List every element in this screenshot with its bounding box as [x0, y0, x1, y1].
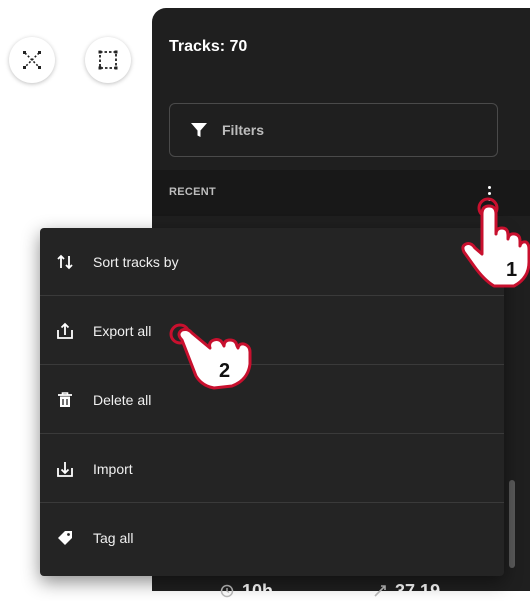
menu-item-label: Export all	[93, 322, 152, 339]
tracks-count-title: Tracks: 70	[169, 38, 248, 55]
tag-icon	[55, 528, 75, 548]
tracks-context-menu: Sort tracks by Export all Delete all Imp…	[40, 228, 504, 576]
menu-item-sort-tracks[interactable]: Sort tracks by	[40, 228, 504, 296]
menu-item-tag-all[interactable]: Tag all	[40, 504, 504, 572]
menu-item-label: Import	[93, 460, 133, 477]
select-rectangle-icon	[98, 50, 118, 70]
recent-label: RECENT	[169, 186, 217, 198]
menu-item-label: Delete all	[93, 391, 152, 408]
sort-icon	[55, 252, 75, 272]
select-lasso-icon	[23, 51, 41, 69]
filters-button[interactable]: Filters	[169, 103, 498, 157]
import-icon	[55, 459, 75, 479]
menu-item-label: Sort tracks by	[93, 253, 179, 270]
export-icon	[55, 321, 75, 341]
duration-value: 10h	[242, 581, 274, 601]
filter-funnel-icon	[190, 121, 208, 139]
step-1-pointer-hand-icon: 1	[461, 197, 530, 288]
menu-item-label: Tag all	[93, 530, 134, 546]
menu-item-import[interactable]: Import	[40, 435, 504, 503]
step-2-number: 2	[219, 360, 230, 382]
trash-icon	[55, 390, 75, 410]
step-2-pointer-hand-icon: 2	[169, 323, 252, 390]
clock-icon	[220, 584, 234, 598]
distance-value: 37.19	[395, 581, 441, 601]
menu-item-delete-all[interactable]: Delete all	[40, 366, 504, 434]
filters-label: Filters	[222, 122, 265, 138]
distance-icon	[374, 585, 386, 597]
track-stats-row: 10h 37.19	[220, 582, 440, 600]
step-1-number: 1	[506, 259, 517, 281]
select-mode-button[interactable]	[9, 37, 55, 83]
select-rectangle-button[interactable]	[85, 37, 131, 83]
menu-item-export-all[interactable]: Export all	[40, 297, 504, 365]
scrollbar[interactable]	[509, 480, 515, 568]
